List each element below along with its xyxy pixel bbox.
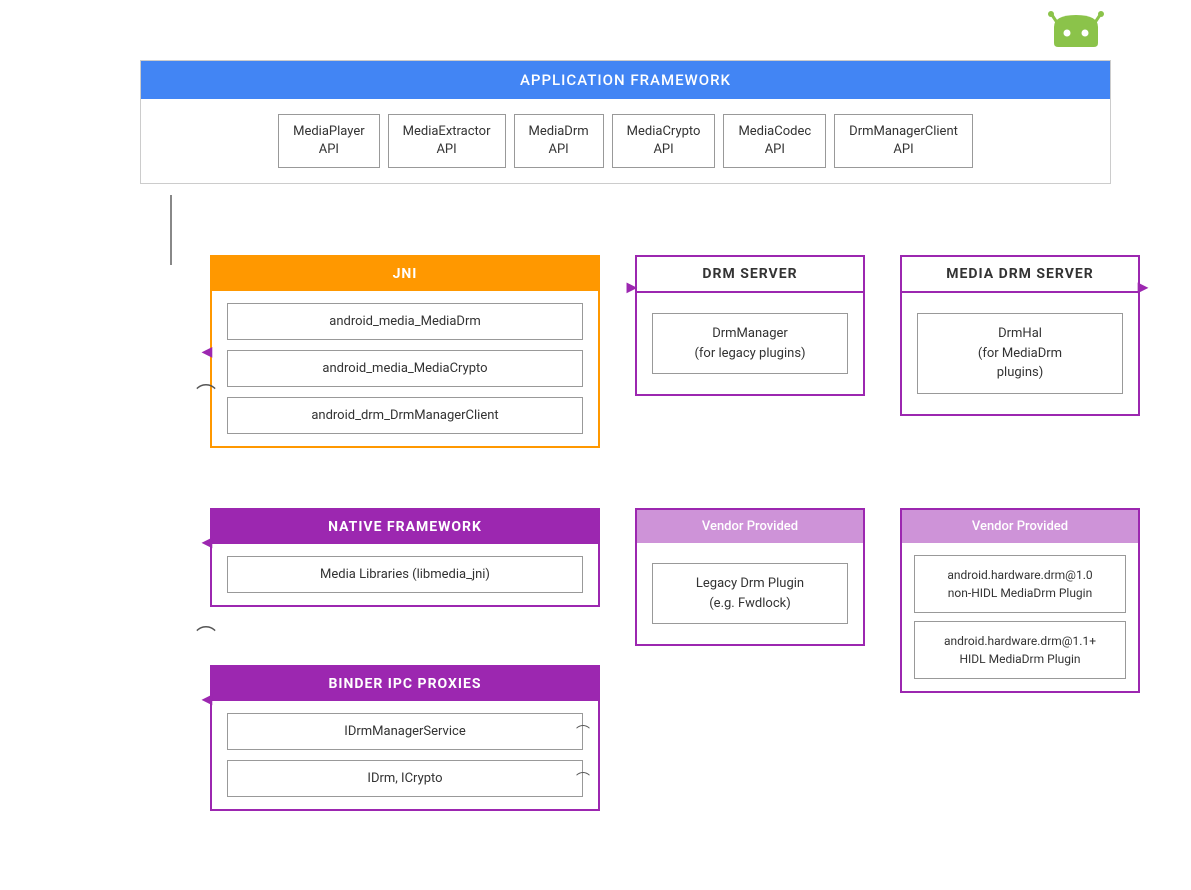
curve-connector-jni: ⌒ <box>196 378 216 407</box>
connector-line-left <box>170 195 172 265</box>
mediaplayer-api: MediaPlayerAPI <box>278 114 380 168</box>
binder-ipc-item-1: IDrmManagerService ⌒ <box>227 713 583 750</box>
media-drm-server-arrow: ► <box>1134 277 1152 298</box>
mediacodec-api: MediaCodecAPI <box>723 114 826 168</box>
vendor-media-drm-item-2: android.hardware.drm@1.1+HIDL MediaDrm P… <box>914 621 1126 679</box>
mediaextractor-api: MediaExtractorAPI <box>388 114 506 168</box>
media-drm-server-item-1: DrmHal(for MediaDrmplugins) <box>917 313 1123 394</box>
native-fw-item-1: Media Libraries (libmedia_jni) <box>227 556 583 593</box>
native-framework-section: ◄ NATIVE FRAMEWORK Media Libraries (libm… <box>210 508 600 607</box>
drm-server-section: ► DRM SERVER DrmManager(for legacy plugi… <box>635 255 865 396</box>
vendor-drm-item-1: Legacy Drm Plugin(e.g. Fwdlock) <box>652 563 848 624</box>
native-fw-arrow: ◄ <box>198 532 216 553</box>
mediadrm-api: MediaDrmAPI <box>514 114 604 168</box>
app-framework-section: APPLICATION FRAMEWORK MediaPlayerAPI Med… <box>140 60 1111 184</box>
diagram-container: APPLICATION FRAMEWORK MediaPlayerAPI Med… <box>0 0 1191 890</box>
jni-header: JNI <box>212 257 598 291</box>
drmmanagerclient-api: DrmManagerClientAPI <box>834 114 973 168</box>
app-framework-header: APPLICATION FRAMEWORK <box>141 61 1110 99</box>
jni-item-3: android_drm_DrmManagerClient <box>227 397 583 434</box>
vendor-media-drm-header: Vendor Provided <box>902 510 1138 543</box>
drm-server-header: DRM SERVER <box>637 257 863 293</box>
jni-item-1: android_media_MediaDrm <box>227 303 583 340</box>
curve-connector-native: ⌒ <box>196 620 216 649</box>
jni-item-2: android_media_MediaCrypto <box>227 350 583 387</box>
media-drm-server-section: ► MEDIA DRM SERVER DrmHal(for MediaDrmpl… <box>900 255 1140 416</box>
jni-section: ◄ JNI android_media_MediaDrm android_med… <box>210 255 600 448</box>
vendor-drm-section: Vendor Provided Legacy Drm Plugin(e.g. F… <box>635 508 865 646</box>
connector-mark-1: ⌒ <box>576 722 590 742</box>
binder-ipc-section: ◄ BINDER IPC PROXIES IDrmManagerService … <box>210 665 600 811</box>
mediacrypto-api: MediaCryptoAPI <box>612 114 716 168</box>
vendor-media-drm-item-1: android.hardware.drm@1.0non-HIDL MediaDr… <box>914 555 1126 613</box>
jni-arrow: ◄ <box>198 341 216 362</box>
connector-mark-2: ⌒ <box>576 769 590 789</box>
vendor-media-drm-section: Vendor Provided android.hardware.drm@1.0… <box>900 508 1140 693</box>
binder-ipc-header: BINDER IPC PROXIES <box>212 667 598 701</box>
binder-ipc-item-2: IDrm, ICrypto ⌒ <box>227 760 583 797</box>
drm-server-item-1: DrmManager(for legacy plugins) <box>652 313 848 374</box>
drm-server-arrow: ► <box>623 277 641 298</box>
native-framework-header: NATIVE FRAMEWORK <box>212 510 598 544</box>
vendor-drm-header: Vendor Provided <box>637 510 863 543</box>
binder-arrow: ◄ <box>198 689 216 710</box>
media-drm-server-header: MEDIA DRM SERVER <box>902 257 1138 293</box>
